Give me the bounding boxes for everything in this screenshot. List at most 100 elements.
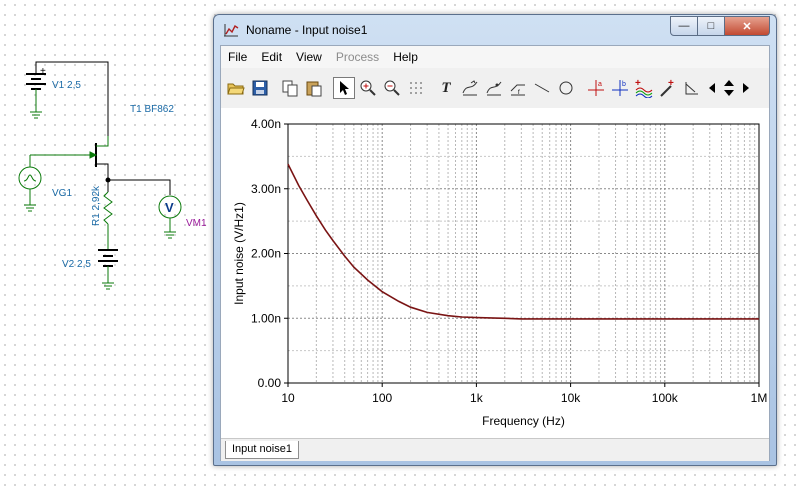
- pointer-arrow-icon: [340, 81, 349, 95]
- x-tick-label: 10k: [561, 391, 581, 405]
- app-icon: [224, 24, 239, 37]
- wire-output: [108, 179, 171, 195]
- zoom-out-button[interactable]: [381, 77, 403, 99]
- vg1-label: VG1: [52, 188, 72, 199]
- arrow-up-down-icon: [724, 80, 734, 96]
- y-tick-label: 4.00n: [251, 117, 281, 131]
- menu-bar: File Edit View Process Help: [221, 46, 769, 68]
- cursor-b-icon: b: [612, 80, 628, 96]
- menu-view[interactable]: View: [289, 50, 329, 64]
- x-tick-label: 100k: [652, 391, 679, 405]
- zoom-in-button[interactable]: [357, 77, 379, 99]
- battery-v2-icon[interactable]: [98, 249, 118, 290]
- ellipse-tool-button[interactable]: [555, 77, 577, 99]
- dot-grid-icon: [410, 82, 422, 94]
- floppy-disk-icon: [252, 80, 268, 96]
- grid-button[interactable]: [405, 77, 427, 99]
- zoom-in-icon: [360, 80, 376, 96]
- schematic-canvas: + V1 2,5 T1 BF862 VG1 R1 2,92k V VM1 V2 …: [18, 61, 207, 290]
- menu-process[interactable]: Process: [329, 50, 386, 64]
- resistor-r1-icon[interactable]: [103, 180, 113, 250]
- window-client: File Edit View Process Help T f a b + + …: [220, 45, 770, 461]
- minimize-button[interactable]: —: [670, 16, 698, 36]
- minimize-icon: —: [678, 20, 690, 32]
- menu-help[interactable]: Help: [386, 50, 425, 64]
- cursor-b-button[interactable]: b: [609, 77, 631, 99]
- curve-marker-button[interactable]: [483, 77, 505, 99]
- x-tick-label: 10: [281, 391, 295, 405]
- line-tool-button[interactable]: [531, 77, 553, 99]
- paste-icon: [306, 81, 322, 97]
- paste-button[interactable]: [303, 77, 325, 99]
- title-bar[interactable]: Noname - Input noise1 — □ ✕: [214, 15, 776, 45]
- tab-bar: Input noise1: [221, 438, 769, 461]
- scroll-right-button[interactable]: [739, 77, 753, 99]
- copy-button[interactable]: [279, 77, 301, 99]
- x-tick-label: 1k: [470, 391, 484, 405]
- text-tool-button[interactable]: T: [435, 77, 457, 99]
- probe-button[interactable]: +: [657, 77, 679, 99]
- curve-marker-icon: [486, 81, 502, 96]
- close-button[interactable]: ✕: [725, 16, 770, 36]
- jfet-t1-icon[interactable]: [46, 136, 109, 180]
- svg-text:b: b: [622, 81, 626, 88]
- y-axis-label: Input noise (V/Hz1): [232, 202, 246, 305]
- y-tick-label: 0.00: [258, 376, 282, 390]
- tab-input-noise1[interactable]: Input noise1: [225, 441, 299, 459]
- open-button[interactable]: [225, 77, 247, 99]
- select-button[interactable]: [333, 77, 355, 99]
- scroll-updown-button[interactable]: [721, 77, 737, 99]
- arrow-right-icon: [743, 83, 749, 93]
- arrow-left-icon: [709, 83, 715, 93]
- curve-label-icon: [462, 80, 478, 96]
- x-axis-label: Frequency (Hz): [482, 414, 565, 428]
- signal-source-vg1-icon[interactable]: [18, 154, 46, 212]
- caption-buttons: — □ ✕: [670, 16, 770, 36]
- text-tool-icon: T: [441, 79, 451, 96]
- close-icon: ✕: [742, 20, 752, 33]
- v1-label: V1 2,5: [52, 80, 81, 91]
- plot-area[interactable]: 0.00 1.00n 2.00n 3.00n 4.00n 10 100 1k 10k 100k 1…: [221, 108, 769, 438]
- folder-open-icon: [227, 83, 245, 95]
- axis-tool-button[interactable]: [681, 77, 703, 99]
- y-tick-label: 1.00n: [251, 311, 281, 325]
- voltmeter-symbol: V: [165, 200, 174, 215]
- save-button[interactable]: [249, 77, 271, 99]
- y-axis-ticks: 0.00 1.00n 2.00n 3.00n 4.00n: [251, 117, 288, 390]
- axis-icon: [685, 82, 698, 95]
- menu-edit[interactable]: Edit: [254, 50, 289, 64]
- r1-label: R1 2,92k: [91, 185, 102, 226]
- schematic-plus-sign: +: [40, 66, 46, 77]
- v2-label: V2 2,5: [62, 259, 91, 270]
- cursor-a-icon: a: [588, 80, 604, 96]
- x-tick-label: 1M: [751, 391, 768, 405]
- add-curves-button[interactable]: +: [633, 77, 655, 99]
- analysis-window: Noname - Input noise1 — □ ✕ File Edit Vi…: [213, 14, 777, 466]
- noise-series-line[interactable]: [287, 163, 759, 320]
- major-gridlines: [287, 123, 760, 384]
- curve-function-button[interactable]: f: [507, 77, 529, 99]
- add-waveforms-icon: +: [635, 78, 653, 98]
- annotate-curve-button[interactable]: [459, 77, 481, 99]
- wire-drain: [35, 61, 109, 136]
- svg-text:+: +: [635, 78, 641, 89]
- circle-icon: [559, 81, 573, 95]
- zoom-out-icon: [384, 80, 400, 96]
- window-title: Noname - Input noise1: [246, 23, 368, 37]
- maximize-button[interactable]: □: [698, 16, 725, 36]
- svg-text:a: a: [598, 81, 602, 88]
- x-axis-ticks: 10 100 1k 10k 100k 1M: [281, 383, 767, 405]
- toolbar: T f a b + +: [221, 70, 769, 106]
- cursor-a-button[interactable]: a: [585, 77, 607, 99]
- curve-function-icon: f: [510, 84, 525, 96]
- vm1-label: VM1: [186, 218, 207, 229]
- menu-file[interactable]: File: [221, 50, 254, 64]
- y-tick-label: 2.00n: [251, 247, 281, 261]
- x-tick-label: 100: [372, 391, 392, 405]
- probe-icon: +: [660, 78, 674, 97]
- t1-label: T1 BF862: [130, 104, 174, 115]
- noise-chart[interactable]: 0.001.00n2.00n3.00n4.00n 10 100 1k 10k 100k 1…: [221, 108, 769, 438]
- copy-icon: [282, 80, 298, 97]
- scroll-left-button[interactable]: [705, 77, 719, 99]
- maximize-icon: □: [707, 20, 715, 32]
